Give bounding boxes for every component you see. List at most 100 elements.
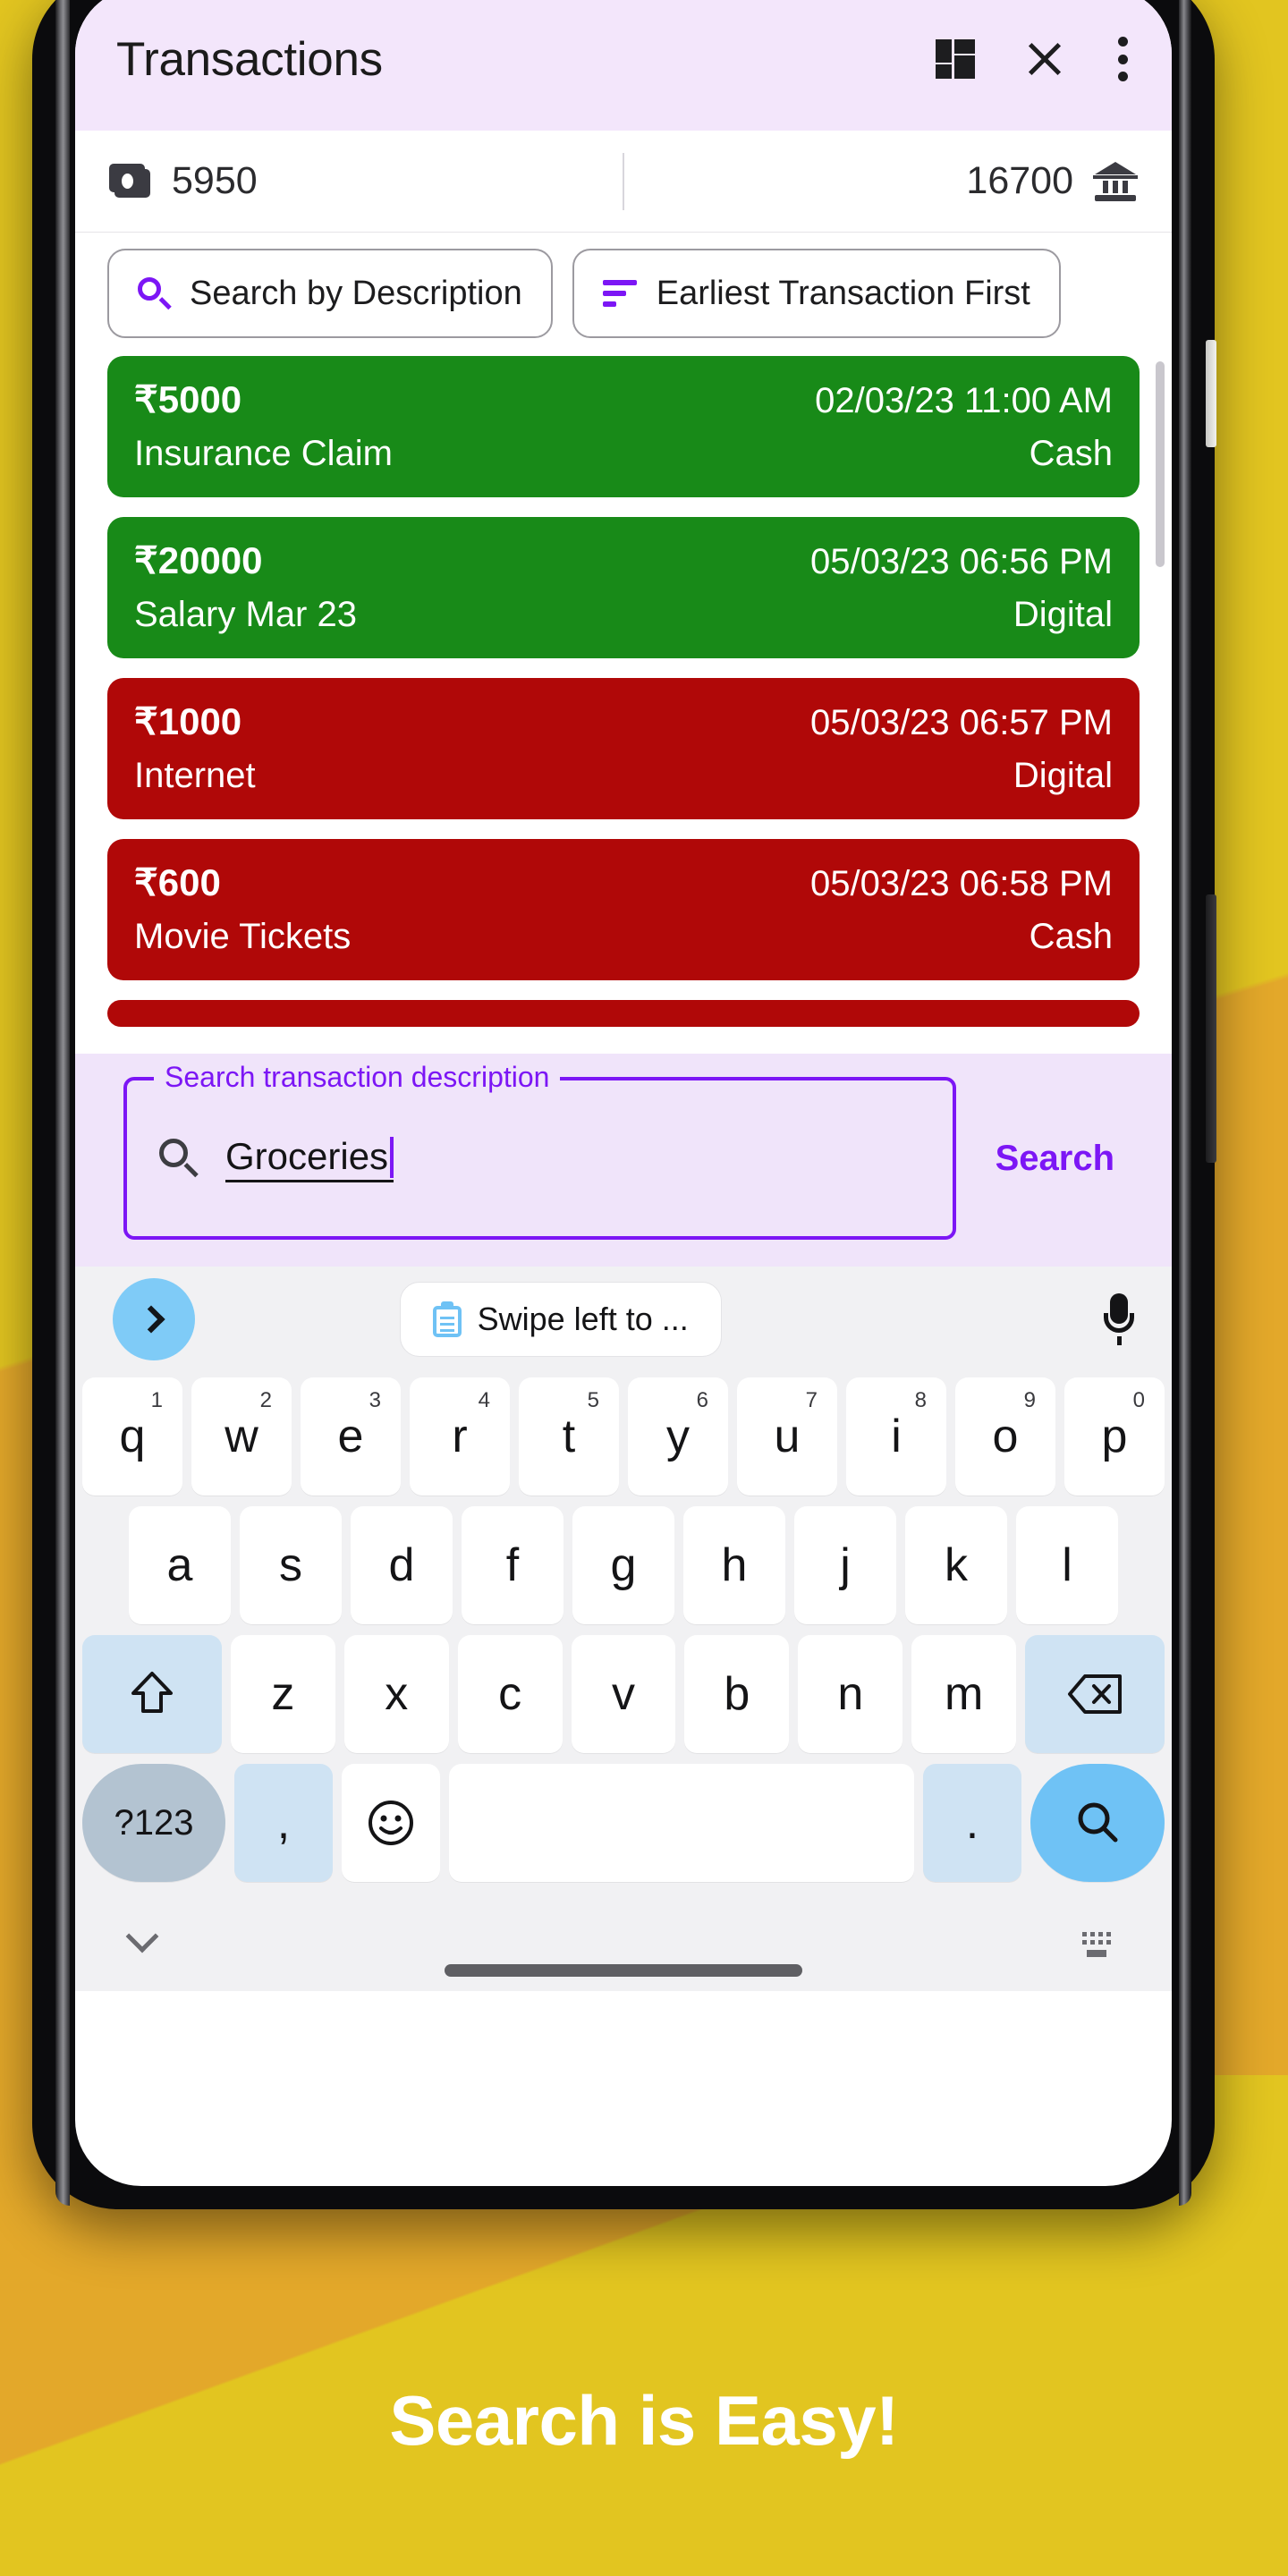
key-y[interactable]: 6y	[628, 1377, 728, 1496]
key-u[interactable]: 7u	[737, 1377, 837, 1496]
chip-search-by-description[interactable]: Search by Description	[107, 249, 553, 338]
power-button[interactable]	[1206, 340, 1216, 447]
transaction-amount: ₹600	[134, 861, 221, 903]
clipboard-suggestion-text: Swipe left to ...	[477, 1301, 689, 1337]
chip-label: Earliest Transaction First	[656, 274, 1030, 312]
transaction-description: Movie Tickets	[134, 917, 352, 956]
search-button[interactable]: Search	[965, 1139, 1145, 1179]
key-f[interactable]: f	[462, 1506, 564, 1624]
phone-mockup: Transactions 5950 16700 Search by Descri…	[32, 0, 1216, 2209]
key-label: o	[992, 1411, 1019, 1462]
next-suggestion-button[interactable]	[113, 1278, 195, 1360]
transaction-amount: ₹20000	[134, 539, 263, 581]
key-label: u	[774, 1411, 801, 1462]
close-button[interactable]	[1025, 39, 1064, 79]
key-number: 9	[1023, 1388, 1036, 1412]
search-panel: Search transaction description Groceries…	[75, 1054, 1172, 1267]
table-row[interactable]: ₹20000 05/03/23 06:56 PM Salary Mar 23 D…	[107, 517, 1140, 658]
promo-stage: Transactions 5950 16700 Search by Descri…	[0, 0, 1288, 2576]
phone-right-rail	[1179, 0, 1191, 2206]
more-vert-icon	[1114, 37, 1131, 81]
dashboard-button[interactable]	[936, 39, 975, 79]
key-t[interactable]: 5t	[519, 1377, 619, 1496]
keyboard-row-3: z x c v b n m	[75, 1635, 1172, 1753]
chip-sort-order[interactable]: Earliest Transaction First	[572, 249, 1061, 338]
phone-screen: Transactions 5950 16700 Search by Descri…	[75, 0, 1172, 2186]
key-number: 0	[1132, 1388, 1145, 1412]
comma-key[interactable]: ,	[234, 1764, 333, 1882]
dashboard-icon	[936, 39, 975, 79]
search-input[interactable]: Search transaction description Groceries	[123, 1061, 956, 1240]
key-label: r	[452, 1411, 468, 1462]
key-j[interactable]: j	[794, 1506, 896, 1624]
shift-key[interactable]	[82, 1635, 222, 1753]
chevron-right-icon	[137, 1305, 165, 1334]
backspace-key[interactable]	[1025, 1635, 1165, 1753]
transaction-date: 05/03/23 06:57 PM	[809, 703, 1113, 742]
key-k[interactable]: k	[905, 1506, 1007, 1624]
search-enter-key[interactable]	[1030, 1764, 1165, 1882]
key-s[interactable]: s	[240, 1506, 342, 1624]
key-d[interactable]: d	[351, 1506, 453, 1624]
key-label: i	[891, 1411, 902, 1462]
period-key[interactable]: .	[923, 1764, 1021, 1882]
emoji-key[interactable]	[342, 1764, 440, 1882]
table-row[interactable]: ₹600 05/03/23 06:58 PM Movie Tickets Cas…	[107, 839, 1140, 980]
volume-button[interactable]	[1206, 894, 1216, 1163]
key-number: 7	[805, 1388, 818, 1412]
key-g[interactable]: g	[572, 1506, 674, 1624]
microphone-icon[interactable]	[1103, 1293, 1134, 1345]
table-row[interactable]: ₹1000 05/03/23 06:57 PM Internet Digital	[107, 678, 1140, 819]
key-o[interactable]: 9o	[955, 1377, 1055, 1496]
keyboard-row-1: 1q 2w 3e 4r 5t 6y 7u 8i 9o 0p	[75, 1377, 1172, 1496]
filter-chip-row: Search by Description Earliest Transacti…	[75, 233, 1172, 356]
key-label: q	[119, 1411, 146, 1462]
key-number: 3	[369, 1388, 381, 1412]
transaction-date: 05/03/23 06:56 PM	[809, 542, 1113, 581]
cash-balance[interactable]: 5950	[75, 153, 623, 210]
chevron-down-icon[interactable]	[125, 1919, 159, 1953]
app-bar: Transactions	[75, 0, 1172, 131]
transaction-list[interactable]: ₹5000 02/03/23 11:00 AM Insurance Claim …	[75, 356, 1172, 1054]
transaction-description: Internet	[134, 756, 256, 795]
key-z[interactable]: z	[230, 1635, 335, 1753]
key-v[interactable]: v	[571, 1635, 676, 1753]
keyboard-switch-icon[interactable]	[1079, 1927, 1116, 1957]
emoji-icon	[369, 1801, 413, 1845]
key-number: 2	[259, 1388, 272, 1412]
table-row-partial[interactable]	[107, 1000, 1140, 1027]
key-l[interactable]: l	[1016, 1506, 1118, 1624]
key-e[interactable]: 3e	[301, 1377, 401, 1496]
key-m[interactable]: m	[911, 1635, 1017, 1753]
promo-caption: Search is Easy!	[389, 2381, 899, 2460]
key-a[interactable]: a	[129, 1506, 231, 1624]
key-b[interactable]: b	[684, 1635, 790, 1753]
sort-icon	[602, 280, 637, 307]
key-n[interactable]: n	[798, 1635, 903, 1753]
list-scrollbar[interactable]	[1156, 361, 1165, 567]
key-r[interactable]: 4r	[410, 1377, 510, 1496]
symbols-key[interactable]: ?123	[82, 1764, 225, 1882]
transaction-mode: Cash	[1029, 917, 1113, 956]
cash-icon	[109, 163, 152, 199]
home-indicator[interactable]	[445, 1964, 802, 1977]
space-key[interactable]	[449, 1764, 914, 1882]
key-c[interactable]: c	[457, 1635, 563, 1753]
key-w[interactable]: 2w	[191, 1377, 292, 1496]
bank-balance[interactable]: 16700	[623, 152, 1172, 210]
key-label: e	[337, 1411, 364, 1462]
cash-balance-value: 5950	[172, 159, 258, 202]
table-row[interactable]: ₹5000 02/03/23 11:00 AM Insurance Claim …	[107, 356, 1140, 497]
overflow-menu-button[interactable]	[1114, 37, 1131, 81]
key-h[interactable]: h	[683, 1506, 785, 1624]
clipboard-suggestion-chip[interactable]: Swipe left to ...	[399, 1282, 722, 1357]
key-label: w	[225, 1411, 258, 1462]
transaction-amount: ₹1000	[134, 700, 242, 742]
key-i[interactable]: 8i	[846, 1377, 946, 1496]
transaction-description: Salary Mar 23	[134, 595, 357, 634]
key-number: 8	[914, 1388, 927, 1412]
key-number: 4	[478, 1388, 490, 1412]
key-q[interactable]: 1q	[82, 1377, 182, 1496]
key-x[interactable]: x	[343, 1635, 449, 1753]
key-p[interactable]: 0p	[1064, 1377, 1165, 1496]
